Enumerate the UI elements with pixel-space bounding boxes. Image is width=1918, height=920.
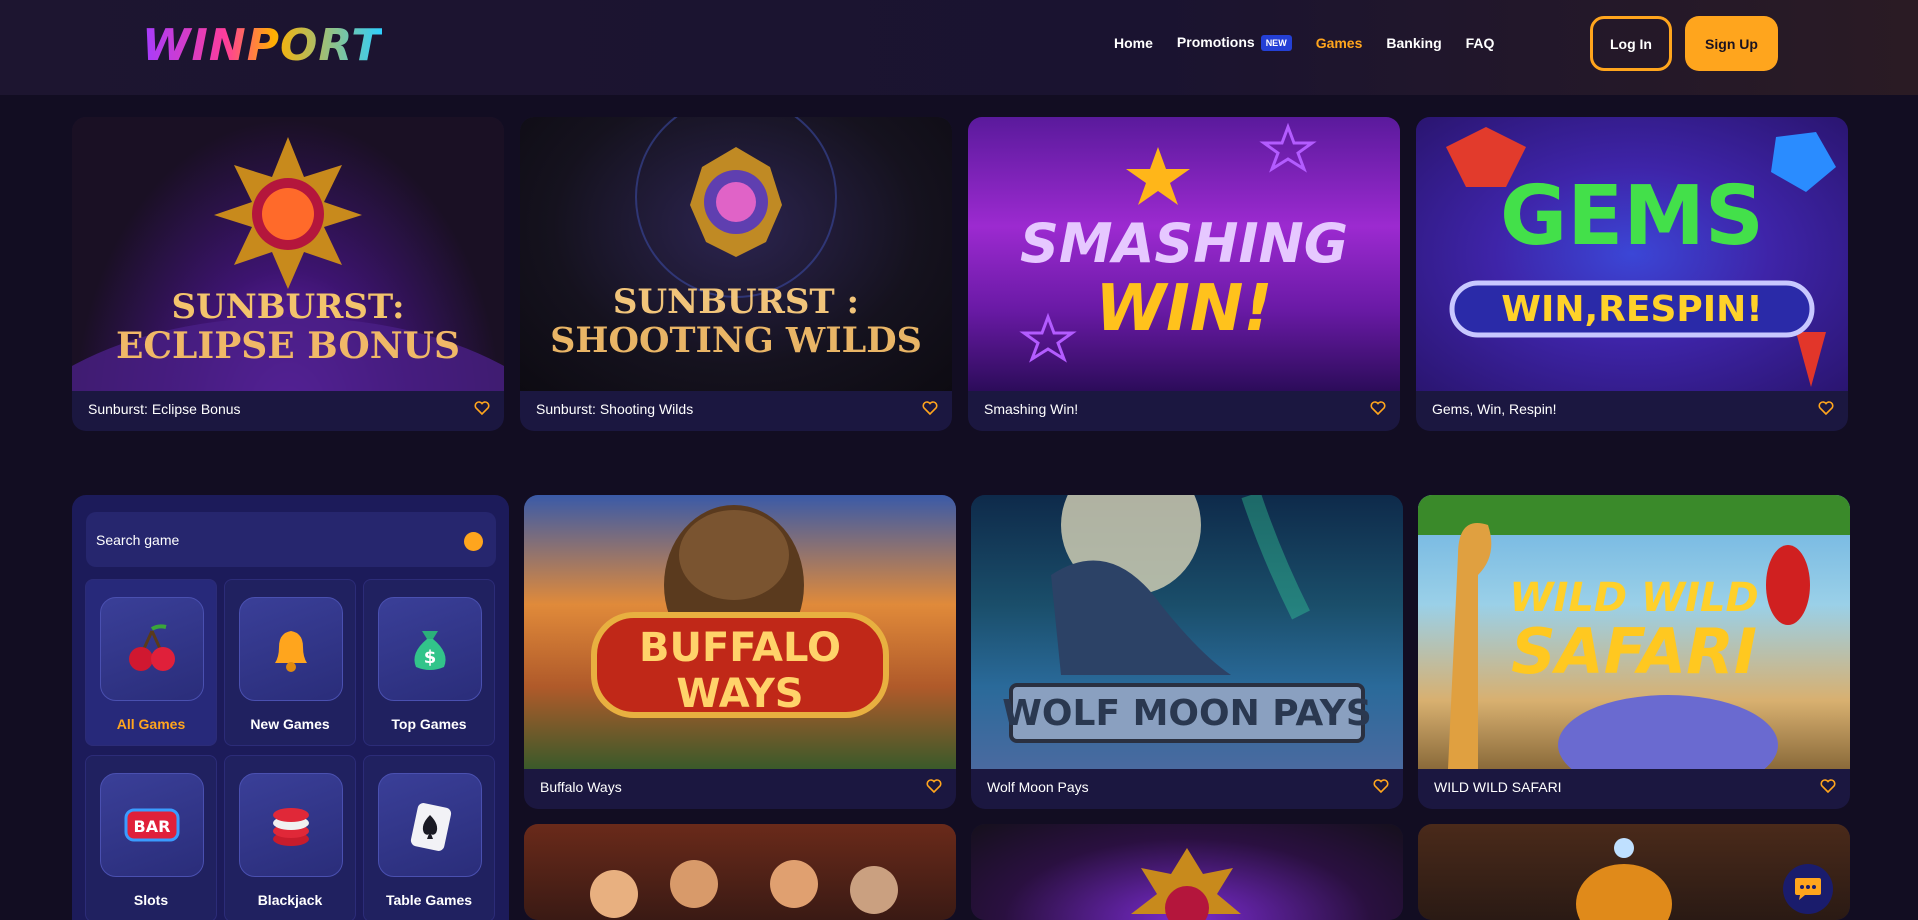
art-title-line1: GEMS — [1500, 169, 1764, 264]
category-blackjack[interactable]: Blackjack — [224, 755, 356, 920]
money-bag-icon: $ — [378, 597, 482, 701]
art-title-line2: ECLIPSE BONUS — [115, 325, 461, 367]
game-thumbnail[interactable]: SUNBURST: ECLIPSE BONUS — [72, 117, 504, 391]
spade-card-icon — [378, 773, 482, 877]
category-all-games[interactable]: All Games — [85, 579, 217, 746]
game-thumbnail[interactable]: WOLF MOON PAYS — [971, 495, 1403, 769]
game-filter-sidebar: All Games New Games $ Top Games BAR — [72, 495, 509, 920]
new-badge: NEW — [1260, 35, 1292, 52]
category-top-games[interactable]: $ Top Games — [363, 579, 495, 746]
category-new-games[interactable]: New Games — [224, 579, 356, 746]
game-card-smashing-win[interactable]: SMASHING WIN! Smashing Win! — [968, 117, 1400, 431]
cherry-icon — [100, 597, 204, 701]
heart-icon[interactable] — [1370, 400, 1386, 416]
game-title[interactable]: Smashing Win! — [984, 401, 1078, 417]
game-card-partial-1[interactable] — [524, 824, 956, 920]
winport-logo[interactable]: WINPORT — [142, 19, 412, 71]
search-input[interactable] — [96, 528, 426, 552]
art-title-line1: SUNBURST : — [612, 282, 860, 322]
chat-button[interactable] — [1783, 864, 1833, 914]
art-title-line1: SUNBURST: — [171, 287, 405, 327]
nav-faq[interactable]: FAQ — [1466, 35, 1495, 51]
game-thumbnail[interactable]: SMASHING WIN! — [968, 117, 1400, 391]
category-label: New Games — [250, 716, 330, 732]
game-title[interactable]: Sunburst: Eclipse Bonus — [88, 401, 241, 417]
characters-illustration-icon — [590, 860, 898, 918]
game-thumbnail[interactable]: WILD WILD SAFARI — [1418, 495, 1850, 769]
signup-button[interactable]: Sign Up — [1685, 16, 1778, 71]
game-title[interactable]: Wolf Moon Pays — [987, 779, 1089, 795]
category-slots[interactable]: BAR Slots — [85, 755, 217, 920]
game-thumbnail[interactable] — [524, 824, 956, 920]
art-title-line2: WIN,RESPIN! — [1501, 289, 1763, 330]
category-label: Table Games — [385, 892, 473, 908]
heart-icon[interactable] — [922, 400, 938, 416]
heart-icon[interactable] — [1820, 778, 1836, 794]
bell-icon — [239, 597, 343, 701]
game-card-partial-3[interactable] — [1418, 824, 1850, 920]
game-thumbnail[interactable] — [1418, 824, 1850, 920]
category-table-games[interactable]: Table Games — [363, 755, 495, 920]
game-card-gems-win-respin[interactable]: GEMS WIN,RESPIN! Gems, Win, Respin! — [1416, 117, 1848, 431]
game-card-buffalo-ways[interactable]: BUFFALO WAYS Buffalo Ways — [524, 495, 956, 809]
art-title-line2: WIN! — [1095, 272, 1273, 346]
game-thumbnail[interactable]: SUNBURST : SHOOTING WILDS — [520, 117, 952, 391]
category-label: Top Games — [391, 716, 467, 732]
art-title-line2: SHOOTING WILDS — [550, 320, 922, 361]
main-nav: Home Promotions NEW Games Banking FAQ — [1114, 34, 1518, 52]
heart-icon[interactable] — [474, 400, 490, 416]
chips-icon — [239, 773, 343, 877]
site-header: WINPORT Home Promotions NEW Games Banking… — [0, 0, 1918, 95]
heart-icon[interactable] — [926, 778, 942, 794]
logo-text: WINPORT — [142, 19, 383, 71]
game-title[interactable]: WILD WILD SAFARI — [1434, 779, 1562, 795]
game-card-wild-wild-safari[interactable]: WILD WILD SAFARI WILD WILD SAFARI — [1418, 495, 1850, 809]
category-label: Slots — [133, 892, 169, 908]
game-title[interactable]: Sunburst: Shooting Wilds — [536, 401, 693, 417]
game-thumbnail[interactable]: GEMS WIN,RESPIN! — [1416, 117, 1848, 391]
chat-bubble-icon — [1795, 878, 1821, 900]
nav-games[interactable]: Games — [1316, 35, 1363, 51]
game-title[interactable]: Buffalo Ways — [540, 779, 622, 795]
heart-icon[interactable] — [1373, 778, 1389, 794]
art-title-line2: SAFARI — [1511, 615, 1757, 688]
game-card-sunburst-eclipse[interactable]: SUNBURST: ECLIPSE BONUS Sunburst: Eclips… — [72, 117, 504, 431]
miner-illustration-icon — [1576, 838, 1672, 920]
game-card-wolf-moon-pays[interactable]: WOLF MOON PAYS Wolf Moon Pays — [971, 495, 1403, 809]
nav-home[interactable]: Home — [1114, 35, 1153, 51]
heart-icon[interactable] — [1818, 400, 1834, 416]
search-box — [86, 512, 496, 567]
category-label: Blackjack — [257, 892, 323, 908]
nav-promotions[interactable]: Promotions NEW — [1176, 34, 1292, 52]
login-button[interactable]: Log In — [1590, 16, 1672, 71]
art-title-line1: WOLF MOON PAYS — [1002, 693, 1372, 734]
nav-promotions-label: Promotions — [1176, 34, 1255, 50]
game-thumbnail[interactable]: BUFFALO WAYS — [524, 495, 956, 769]
game-card-partial-2[interactable] — [971, 824, 1403, 920]
bar-icon: BAR — [100, 773, 204, 877]
bar-text: BAR — [134, 817, 171, 836]
game-title[interactable]: Gems, Win, Respin! — [1432, 401, 1556, 417]
art-title-line1: SMASHING — [1019, 212, 1349, 275]
game-thumbnail[interactable] — [971, 824, 1403, 920]
search-icon[interactable] — [464, 532, 483, 551]
art-title-line2: WAYS — [676, 671, 804, 717]
nav-banking[interactable]: Banking — [1386, 35, 1441, 51]
sun-emblem-icon — [1131, 848, 1241, 920]
category-label: All Games — [116, 716, 186, 732]
game-card-sunburst-shooting-wilds[interactable]: SUNBURST : SHOOTING WILDS Sunburst: Shoo… — [520, 117, 952, 431]
svg-text:$: $ — [424, 647, 437, 668]
art-title-line1: BUFFALO — [638, 625, 842, 671]
